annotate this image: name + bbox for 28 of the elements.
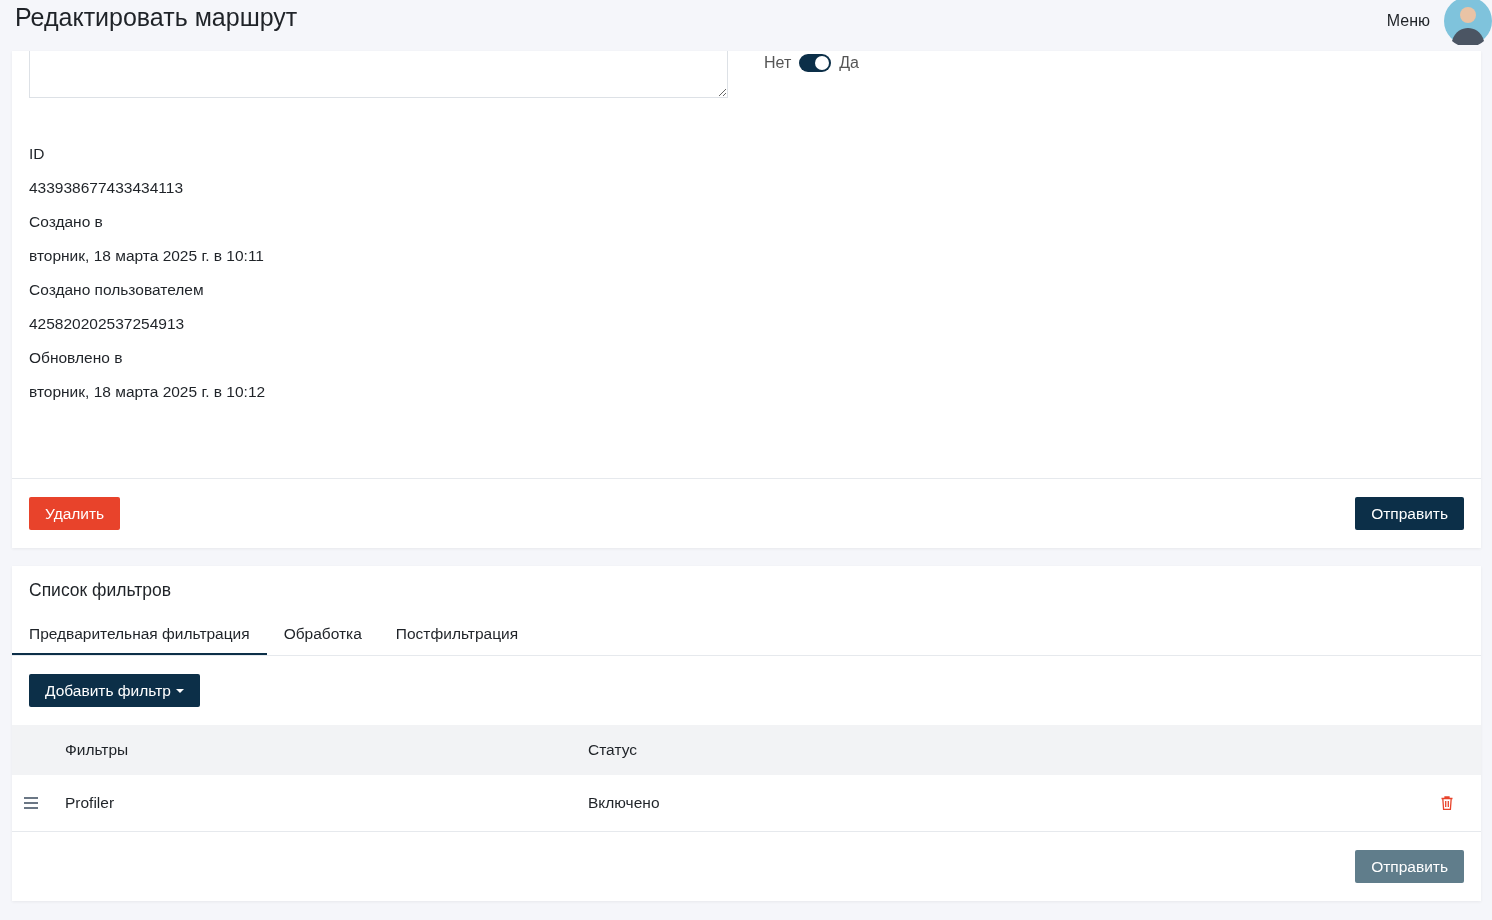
page-title: Редактировать маршрут (14, 3, 298, 32)
field-value: вторник, 18 марта 2025 г. в 10:12 (29, 382, 267, 402)
menu-link[interactable]: Меню (1386, 11, 1430, 30)
field-value: вторник, 18 марта 2025 г. в 10:11 (29, 246, 265, 266)
field-label: Создано пользователем (29, 280, 205, 300)
field-label: Обновлено в (29, 348, 124, 368)
tab[interactable]: Обработка (266, 622, 379, 655)
field-value: 425820202537254913 (29, 314, 186, 334)
toggle-label: Нет (764, 54, 792, 72)
add-filter-button[interactable]: Добавить фильтр (29, 674, 200, 707)
drag-handle-icon[interactable] (24, 797, 38, 809)
caret-icon (175, 688, 184, 693)
toggle-label: Да (839, 54, 859, 72)
delete-icon[interactable] (1441, 796, 1453, 810)
table-cell-text: Включено (588, 794, 661, 812)
toggle-switch[interactable] (799, 54, 832, 72)
submit-button[interactable]: Отправить (1355, 497, 1464, 530)
avatar-icon[interactable] (1444, 0, 1492, 45)
field-label: ID (29, 144, 46, 164)
card-title: Список фильтров (28, 579, 172, 600)
tab[interactable]: Постфильтрация (378, 622, 536, 655)
column-header: Фильтры (65, 741, 130, 759)
delete-button[interactable]: Удалить (29, 497, 121, 530)
field-value: 433938677433434113 (29, 178, 185, 198)
field-label: Создано в (29, 212, 104, 232)
tab[interactable]: Предварительная фильтрация (12, 622, 267, 655)
table-cell-text: Profiler (65, 794, 116, 812)
column-header: Статус (588, 741, 638, 759)
